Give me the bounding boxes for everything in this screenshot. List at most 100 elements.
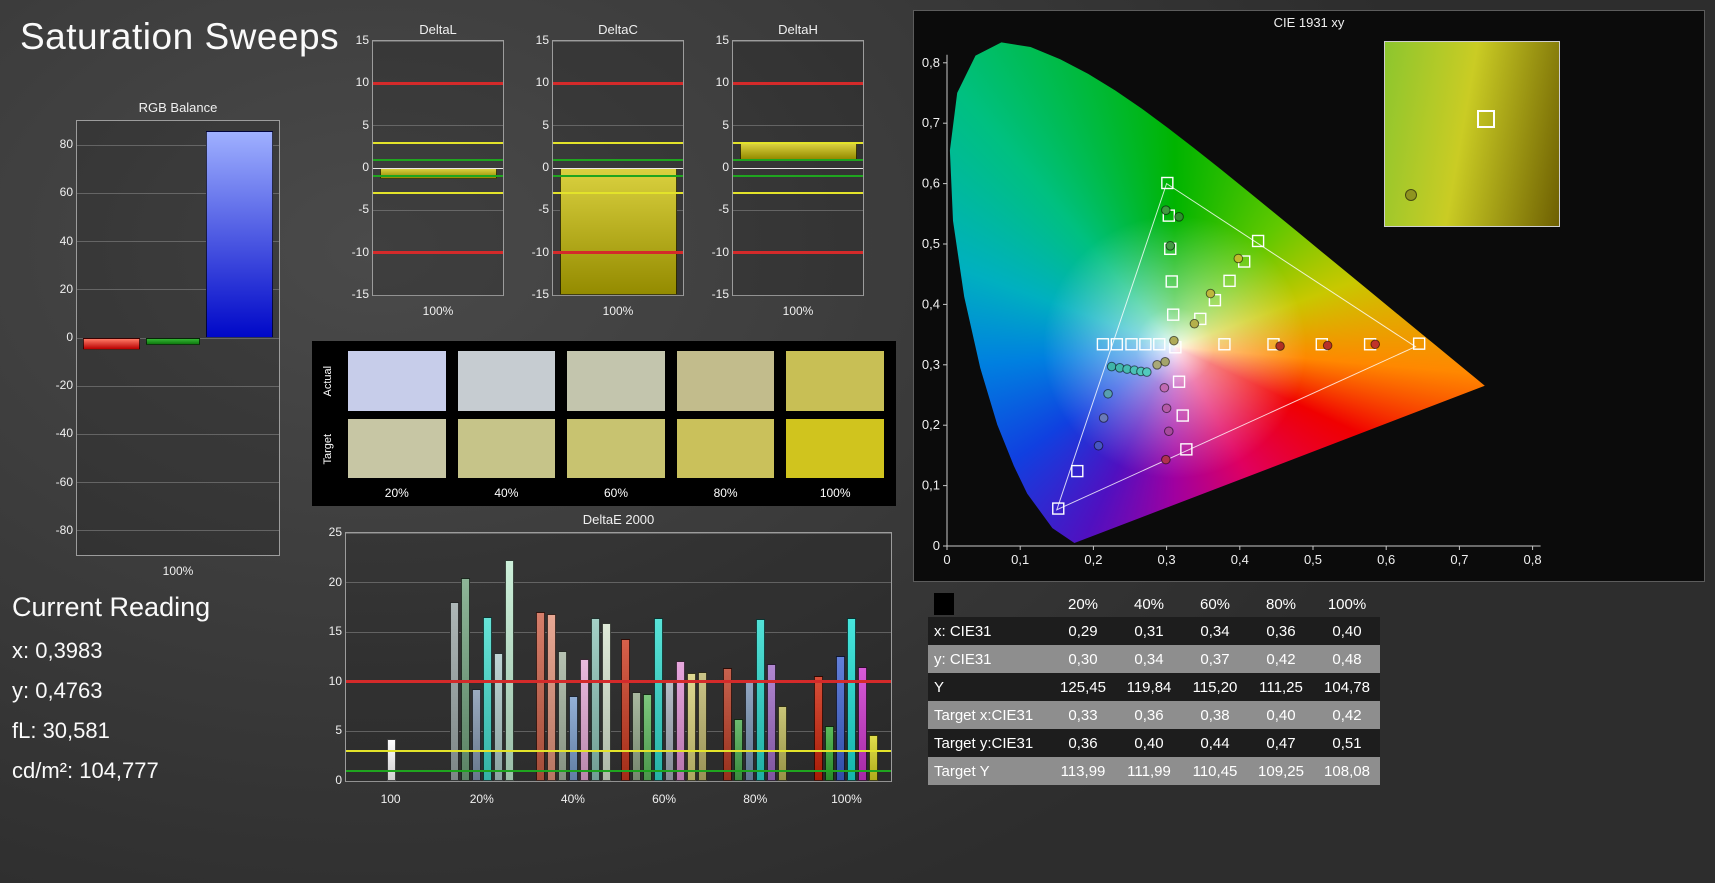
y-tick-label: 10 xyxy=(328,673,342,688)
table-row: Target Y 113,99 111,99 110,45 109,25 108,08 xyxy=(928,757,1380,785)
measurement-dot xyxy=(1189,318,1200,329)
y-tick-label: 5 xyxy=(362,117,369,132)
gridline xyxy=(553,40,683,42)
cie-1931-chromaticity-panel: CIE 1931 xy 0 0,1 0,2 0,3 0,4 0,5 0,6 0,7 0,8 0 0,… xyxy=(913,10,1705,582)
y-tick-label: 60 xyxy=(59,185,73,200)
table-cell: 0,34 xyxy=(1200,622,1230,640)
swatch-col-label: 40% xyxy=(494,486,519,500)
deltae-bar xyxy=(868,735,878,781)
y-tick-label: 0 xyxy=(933,538,940,553)
current-reading-x: x: 0,3983 xyxy=(12,638,103,663)
gridline xyxy=(346,730,891,732)
calman-saturation-sweeps-view: Saturation Sweeps RGB Balance 80 60 40 20 0 -… xyxy=(0,0,1715,883)
y-tick-label: 15 xyxy=(328,624,342,639)
swatch-grid: Actual Target 20% 40% 60% 80% 100% xyxy=(320,351,884,502)
table-cell: 109,25 xyxy=(1258,762,1304,780)
measurement-dot xyxy=(1174,212,1184,222)
gridline xyxy=(733,40,863,42)
x-tick-label: 0,4 xyxy=(1231,552,1249,567)
y-tick-label: -20 xyxy=(55,378,73,393)
y-tick-label: 0,7 xyxy=(922,115,940,130)
deltae-bar xyxy=(642,693,652,781)
deltae-2000-x-axis-labels: 100 20% 40% 60% 80% 100% xyxy=(345,792,892,806)
swatch-target-100% xyxy=(786,418,884,478)
swatch-row-label-target: Target xyxy=(322,432,334,464)
reference-line xyxy=(346,750,891,753)
deltae-bar xyxy=(686,672,696,781)
swatch-col-label: 20% xyxy=(384,486,409,500)
row-label: x: CIE31 xyxy=(934,622,992,640)
table-row: Target y:CIE31 0,36 0,40 0,44 0,47 0,51 xyxy=(928,729,1380,757)
cie-zoom-inset xyxy=(1384,41,1560,227)
measurement-dot xyxy=(1142,367,1152,377)
current-reading-fl: fL: 30,581 xyxy=(12,718,110,743)
reference-line xyxy=(346,680,891,684)
deltae-bar xyxy=(813,675,823,781)
table-cell: 0,40 xyxy=(1332,622,1362,640)
y-tick-label: -10 xyxy=(711,244,729,259)
current-reading-panel: Current Reading x: 0,3983 y: 0,4763 fL: … xyxy=(12,592,312,791)
measurement-dot xyxy=(1161,403,1172,414)
x-group-label: 20% xyxy=(469,792,494,806)
table-cell: 111,99 xyxy=(1127,762,1171,780)
y-tick-label: -10 xyxy=(351,244,369,259)
row-label: y: CIE31 xyxy=(934,650,992,668)
x-tick-label: 0,5 xyxy=(1304,552,1322,567)
results-table: 20% 40% 60% 80% 100% x: CIE31 0,29 0,31 0,34 0,36… xyxy=(928,591,1380,785)
y-tick-label: 0 xyxy=(66,330,73,344)
deltae-bar xyxy=(557,651,567,781)
reference-line xyxy=(733,192,863,195)
gridline xyxy=(553,125,683,127)
target-square-marker xyxy=(1125,338,1138,351)
reference-line xyxy=(733,158,863,161)
delta-h-x-axis-label: 100% xyxy=(782,304,814,318)
gamut-triangle xyxy=(1055,182,1417,511)
reference-line xyxy=(373,158,503,161)
gridline xyxy=(373,125,503,127)
table-cell: 104,78 xyxy=(1324,678,1370,696)
deltae-bar xyxy=(601,623,611,781)
gridline xyxy=(77,385,279,387)
gridline xyxy=(77,433,279,435)
table-cell: 0,34 xyxy=(1134,650,1164,668)
gridline xyxy=(733,294,863,296)
table-row: Target x:CIE31 0,33 0,36 0,38 0,40 0,42 xyxy=(928,701,1380,729)
y-tick-label: -80 xyxy=(55,522,73,537)
y-tick-label: 10 xyxy=(715,75,729,90)
target-square-marker xyxy=(1139,338,1152,351)
y-tick-label: 0,2 xyxy=(922,417,940,432)
x-group-label: 100% xyxy=(831,792,862,806)
gridline xyxy=(346,631,891,633)
y-tick-label: 5 xyxy=(542,117,549,132)
deltae-bar xyxy=(450,602,460,781)
reference-line xyxy=(553,251,683,255)
target-square-marker xyxy=(1165,275,1178,288)
column-header: 60% xyxy=(1199,595,1231,613)
measurement-dot xyxy=(1233,253,1244,264)
y-tick-label: 0,1 xyxy=(922,478,940,493)
y-tick-label: -15 xyxy=(531,287,549,301)
deltae-bar xyxy=(722,667,732,781)
swatch-col-label: 100% xyxy=(819,486,851,500)
y-tick-label: 0,4 xyxy=(922,296,940,311)
deltae-2000-chart-title: DeltaE 2000 xyxy=(582,512,655,527)
gridline xyxy=(733,209,863,211)
column-header: 80% xyxy=(1265,595,1297,613)
deltae-2000-chart-panel: DeltaE 2000 25 20 15 10 5 0 100 20% 40% 60% 80% 10… xyxy=(315,512,897,812)
rgb-balance-chart-title: RGB Balance xyxy=(138,100,218,115)
deltae-bar xyxy=(505,559,515,781)
deltae-2000-plot-area: 25 20 15 10 5 0 xyxy=(329,525,892,787)
table-cell: 0,42 xyxy=(1266,650,1296,668)
x-tick-label: 0,8 xyxy=(1524,552,1542,567)
delta-h-plot-area: 15 10 5 0 -5 -10 -15 xyxy=(712,33,864,301)
table-cell: 125,45 xyxy=(1060,678,1106,696)
reference-line xyxy=(553,175,683,178)
deltae-bar xyxy=(568,695,578,781)
y-tick-label: 0,3 xyxy=(922,357,940,372)
measurement-dot xyxy=(1159,382,1170,393)
swatch-actual-60% xyxy=(567,351,665,411)
deltae-bar xyxy=(579,658,589,781)
y-tick-label: -5 xyxy=(718,202,729,217)
x-group-label: 40% xyxy=(560,792,585,806)
table-cell: 0,38 xyxy=(1200,706,1230,724)
